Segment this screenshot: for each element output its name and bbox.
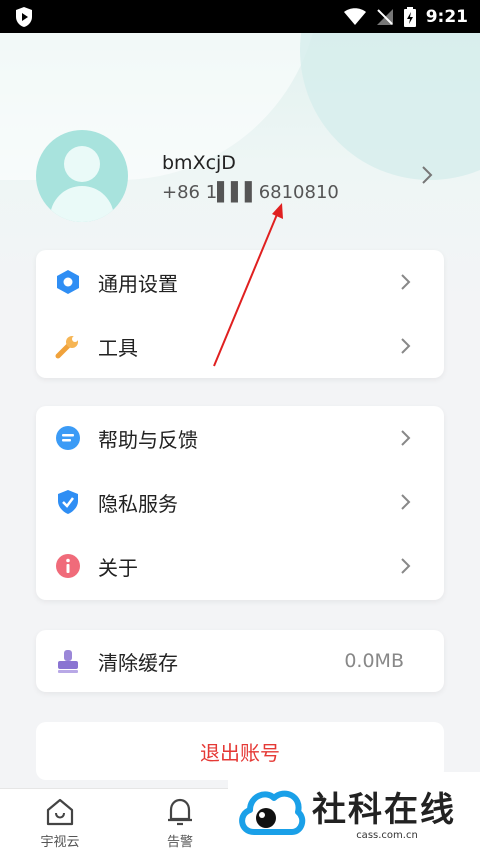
battery-charging-icon: [403, 6, 416, 27]
status-time: 9:21: [425, 6, 468, 27]
chevron-right-icon: [401, 494, 411, 510]
home-icon: [46, 798, 74, 826]
nav-label: 告警: [166, 835, 193, 850]
support-card: 帮助与反馈 隐私服务 关于: [36, 406, 444, 600]
menu-item-label: 隐私服务: [98, 491, 178, 516]
watermark-logo: 社科在线 cass.com.cn: [228, 772, 480, 853]
cache-card: 清除缓存 0.0MB: [36, 630, 444, 692]
menu-item-tools[interactable]: 工具: [36, 314, 444, 378]
menu-item-label: 工具: [98, 335, 138, 360]
menu-item-label: 清除缓存: [98, 650, 178, 675]
chevron-right-icon: [401, 430, 411, 446]
menu-item-clear-cache[interactable]: 清除缓存 0.0MB: [36, 630, 444, 692]
chat-bubble-icon: [56, 426, 80, 450]
hexagon-settings-icon: [57, 270, 79, 294]
nav-tab-home[interactable]: 宇视云: [20, 797, 100, 853]
avatar[interactable]: [36, 130, 128, 222]
profile-header[interactable]: bmXcjD +86 1▌▌▌6810810: [0, 130, 480, 222]
phone-number: +86 1▌▌▌6810810: [162, 182, 339, 203]
chevron-right-icon: [401, 338, 411, 354]
settings-card: 通用设置 工具: [36, 250, 444, 378]
stamp-icon: [58, 650, 78, 673]
menu-item-privacy[interactable]: 隐私服务: [36, 470, 444, 534]
chevron-right-icon: [401, 558, 411, 574]
watermark-title: 社科在线: [312, 790, 456, 830]
cloud-eye-logo-icon: [239, 790, 306, 835]
nav-tab-alarm[interactable]: 告警: [140, 797, 220, 853]
status-bar: 9:21: [0, 0, 480, 33]
shield-check-icon: [58, 490, 78, 514]
info-icon: [56, 554, 80, 578]
menu-item-label: 帮助与反馈: [98, 427, 198, 452]
menu-item-label: 通用设置: [98, 271, 178, 296]
username: bmXcjD: [162, 152, 236, 174]
app-shield-icon: [16, 6, 32, 27]
watermark-subtitle: cass.com.cn: [356, 830, 418, 841]
menu-item-about[interactable]: 关于: [36, 534, 444, 598]
menu-item-help-feedback[interactable]: 帮助与反馈: [36, 406, 444, 470]
nav-label: 宇视云: [40, 835, 80, 850]
wifi-icon: [343, 7, 366, 25]
cache-size: 0.0MB: [344, 650, 404, 672]
no-signal-icon: [376, 8, 393, 25]
menu-item-general-settings[interactable]: 通用设置: [36, 250, 444, 314]
bell-icon: [168, 798, 192, 826]
wrench-icon: [55, 336, 78, 359]
menu-item-label: 关于: [98, 555, 138, 580]
chevron-right-icon: [401, 274, 411, 290]
chevron-right-icon[interactable]: [416, 164, 438, 186]
